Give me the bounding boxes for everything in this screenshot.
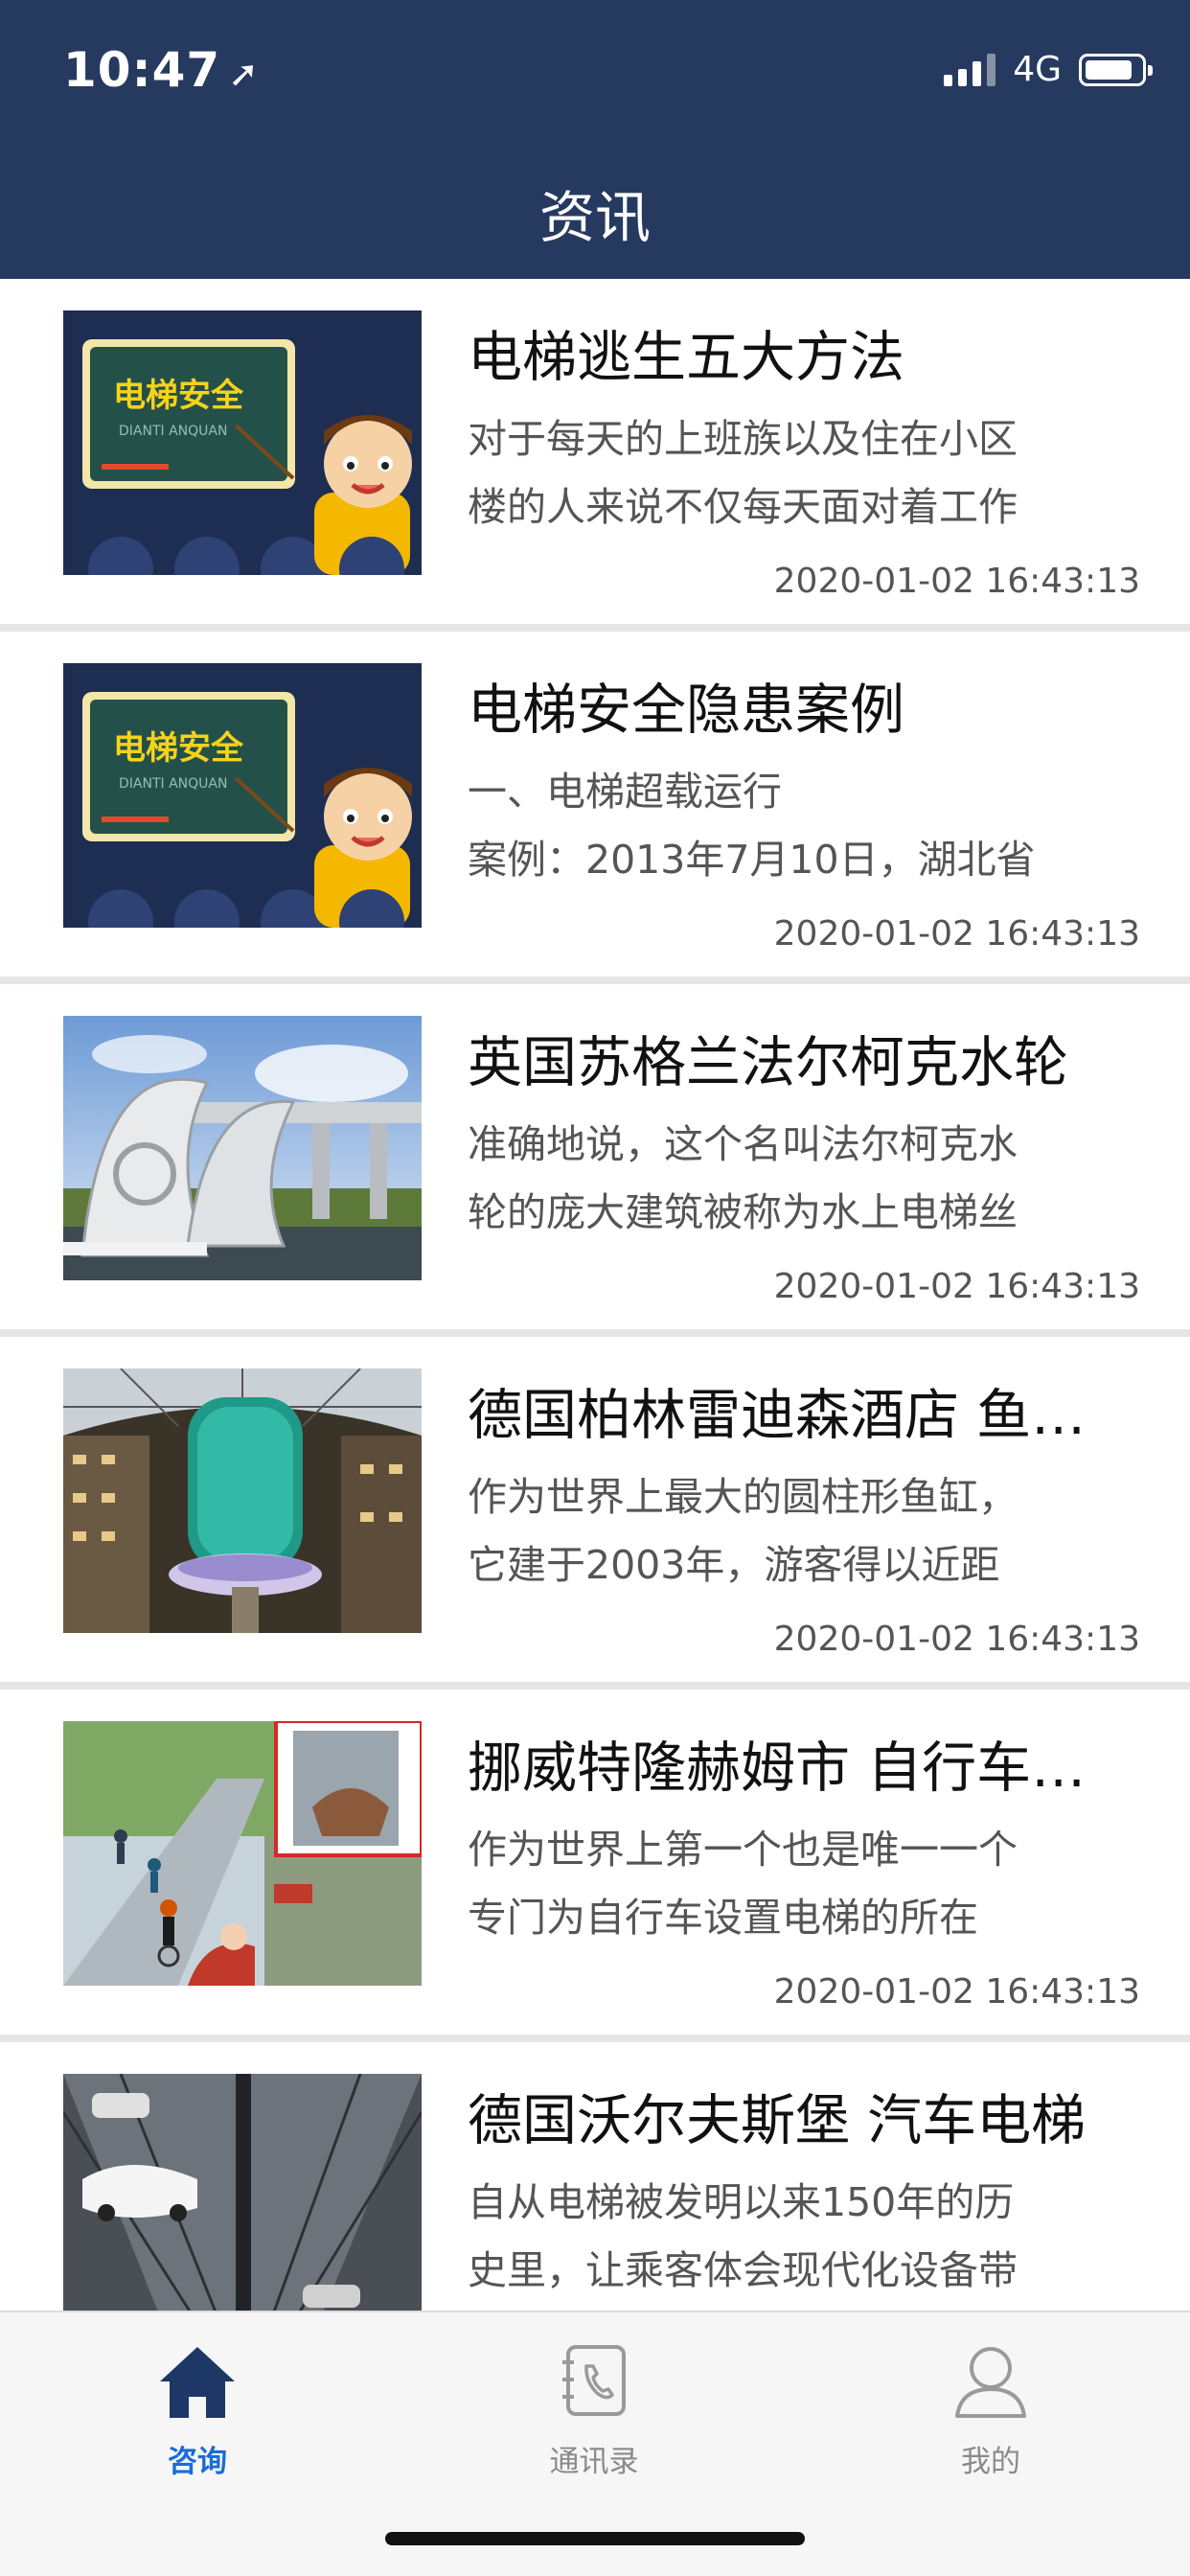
article-title: 德国柏林雷迪森酒店 鱼缸电梯	[468, 1384, 1138, 1447]
article-title: 电梯安全隐患案例	[468, 678, 904, 742]
status-time: 10:47 ➚	[63, 42, 260, 98]
article-title: 英国苏格兰法尔柯克水轮	[468, 1031, 1068, 1094]
tab-label: 咨询	[168, 2445, 227, 2479]
news-card[interactable]: 电梯安全 DIANTI ANQUAN 电梯逃生五大方法 对于每天的上班族以及住在…	[0, 279, 1190, 632]
tab-label: 我的	[961, 2445, 1020, 2479]
article-title: 挪威特隆赫姆市 自行车电梯	[468, 1736, 1138, 1800]
article-date: 2020-01-02 16:43:13	[773, 1267, 1140, 1306]
location-arrow-icon: ➚	[228, 53, 260, 95]
news-card[interactable]: 德国柏林雷迪森酒店 鱼缸电梯 作为世界上最大的圆柱形鱼缸， 它建于2003年，游…	[0, 1337, 1190, 1690]
profile-icon	[955, 2347, 1026, 2418]
article-summary: 作为世界上第一个也是唯一一个 专门为自行车设置电梯的所在	[468, 1827, 1018, 1941]
news-card[interactable]: 电梯安全 DIANTI ANQUAN 电梯安全隐患案例 一、电梯超载运行 案例：…	[0, 632, 1190, 984]
news-card[interactable]: 德国沃尔夫斯堡 汽车电梯 自从电梯被发明以来150年的历 史里，让乘客体会现代化…	[0, 2042, 1190, 2311]
news-card[interactable]: 挪威特隆赫姆市 自行车电梯 作为世界上第一个也是唯一一个 专门为自行车设置电梯的…	[0, 1690, 1190, 2042]
cellular-signal-icon	[944, 53, 996, 86]
network-type: 4G	[1013, 50, 1062, 89]
home-indicator[interactable]	[385, 2532, 805, 2545]
article-thumbnail	[63, 1721, 422, 1986]
app-header: 10:47 ➚ 4G 资讯	[0, 0, 1190, 279]
article-date: 2020-01-02 16:43:13	[773, 562, 1140, 601]
article-summary: 准确地说，这个名叫法尔柯克水 轮的庞大建筑被称为水上电梯丝	[468, 1121, 1018, 1235]
tab-contacts[interactable]: 通讯录	[479, 2337, 709, 2480]
article-date: 2020-01-02 16:43:13	[773, 1620, 1140, 1659]
svg-text:电梯安全: 电梯安全	[113, 377, 244, 415]
page-title: 资讯	[538, 185, 651, 250]
svg-text:DIANTI ANQUAN: DIANTI ANQUAN	[119, 424, 227, 439]
article-title: 电梯逃生五大方法	[468, 326, 904, 389]
svg-text:电梯安全: 电梯安全	[113, 729, 244, 768]
tab-label: 通讯录	[549, 2445, 639, 2479]
article-thumbnail	[63, 1016, 422, 1280]
article-thumbnail: 电梯安全 DIANTI ANQUAN	[63, 310, 422, 575]
home-icon	[160, 2347, 235, 2418]
article-date: 2020-01-02 16:43:13	[773, 914, 1140, 954]
status-indicators: 4G	[944, 50, 1153, 89]
clock: 10:47	[63, 42, 221, 98]
article-summary: 自从电梯被发明以来150年的历 史里，让乘客体会现代化设备带	[468, 2179, 1018, 2293]
article-summary: 对于每天的上班族以及住在小区 楼的人来说不仅每天面对着工作	[468, 416, 1018, 530]
news-feed[interactable]: 电梯安全 DIANTI ANQUAN 电梯逃生五大方法 对于每天的上班族以及住在…	[0, 279, 1190, 2311]
article-thumbnail	[63, 1368, 422, 1633]
article-summary: 作为世界上最大的圆柱形鱼缸， 它建于2003年，游客得以近距	[468, 1474, 1018, 1588]
article-thumbnail	[63, 2074, 422, 2311]
news-card[interactable]: 英国苏格兰法尔柯克水轮 准确地说，这个名叫法尔柯克水 轮的庞大建筑被称为水上电梯…	[0, 984, 1190, 1337]
battery-icon	[1079, 53, 1153, 86]
tab-profile[interactable]: 我的	[876, 2337, 1106, 2480]
article-date: 2020-01-02 16:43:13	[773, 1972, 1140, 2012]
article-title: 德国沃尔夫斯堡 汽车电梯	[468, 2089, 1087, 2152]
article-thumbnail: 电梯安全 DIANTI ANQUAN	[63, 663, 422, 928]
svg-text:DIANTI ANQUAN: DIANTI ANQUAN	[119, 776, 227, 792]
contacts-icon	[562, 2345, 626, 2416]
tab-consult[interactable]: 咨询	[82, 2337, 312, 2480]
article-summary: 一、电梯超载运行 案例：2013年7月10日，湖北省	[468, 769, 1036, 883]
